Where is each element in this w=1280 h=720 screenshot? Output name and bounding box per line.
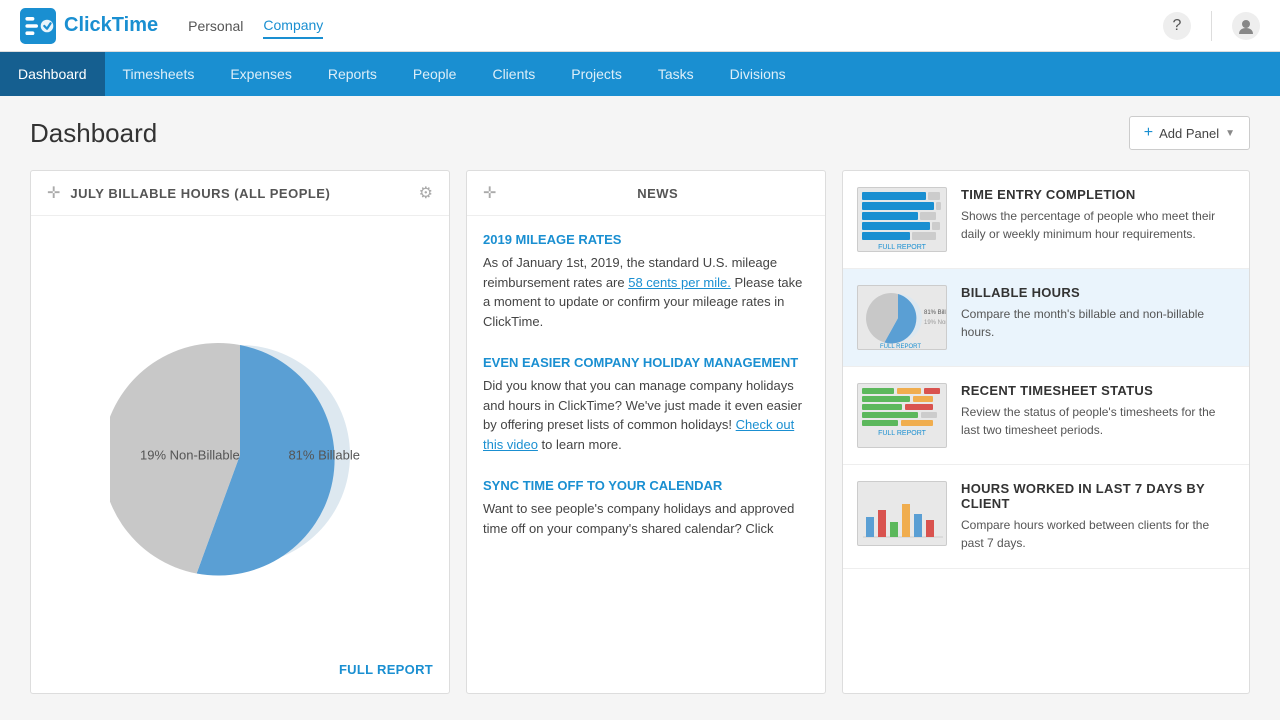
user-avatar-icon bbox=[1237, 17, 1255, 35]
panel-add-list: FULL REPORT TIME ENTRY COMPLETION Shows … bbox=[842, 170, 1250, 694]
hours-client-svg bbox=[858, 482, 947, 546]
news-holiday-title[interactable]: EVEN EASIER COMPANY HOLIDAY MANAGEMENT bbox=[483, 355, 809, 370]
hours-client-thumbnail bbox=[857, 481, 947, 546]
add-panel-button[interactable]: + Add Panel ▼ bbox=[1129, 116, 1250, 150]
billable-panel-title: JULY BILLABLE HOURS (ALL PEOPLE) bbox=[70, 186, 330, 201]
help-icon[interactable]: ? bbox=[1163, 12, 1191, 40]
news-holiday-text: Did you know that you can manage company… bbox=[483, 376, 809, 454]
billable-panel-body: 19% Non-Billable 81% Billable FULL REPOR… bbox=[31, 216, 449, 693]
news-panel: ✛ NEWS 2019 MILEAGE RATES As of January … bbox=[466, 170, 826, 694]
panels-container: ✛ JULY BILLABLE HOURS (ALL PEOPLE) ⚙ bbox=[30, 170, 1250, 694]
nav-divisions[interactable]: Divisions bbox=[712, 52, 804, 96]
timesheet-status-info: RECENT TIMESHEET STATUS Review the statu… bbox=[961, 383, 1235, 439]
billable-hours-title: BILLABLE HOURS bbox=[961, 285, 1235, 300]
add-panel-label: Add Panel bbox=[1159, 126, 1219, 141]
nav-reports[interactable]: Reports bbox=[310, 52, 395, 96]
news-calendar-title[interactable]: SYNC TIME OFF TO YOUR CALENDAR bbox=[483, 478, 809, 493]
timesheet-status-desc: Review the status of people's timesheets… bbox=[961, 403, 1235, 439]
logo-icon bbox=[20, 8, 56, 44]
panel-item-hours-by-client[interactable]: HOURS WORKED IN LAST 7 DAYS BY CLIENT Co… bbox=[843, 465, 1249, 569]
page-title: Dashboard bbox=[30, 118, 157, 149]
hours-client-title: HOURS WORKED IN LAST 7 DAYS BY CLIENT bbox=[961, 481, 1235, 511]
news-holiday-text-after: to learn more. bbox=[538, 437, 622, 452]
billable-hours-desc: Compare the month's billable and non-bil… bbox=[961, 305, 1235, 341]
time-entry-thumbnail: FULL REPORT bbox=[857, 187, 947, 252]
drag-icon[interactable]: ✛ bbox=[47, 183, 60, 203]
timesheet-status-thumbnail: FULL REPORT bbox=[857, 383, 947, 448]
divider bbox=[1211, 11, 1212, 41]
billable-info: BILLABLE HOURS Compare the month's billa… bbox=[961, 285, 1235, 341]
top-bar: ClickTime Personal Company ? bbox=[0, 0, 1280, 52]
news-drag-icon[interactable]: ✛ bbox=[483, 183, 496, 203]
nav-company[interactable]: Company bbox=[263, 13, 323, 39]
svg-text:19% Non...: 19% Non... bbox=[924, 320, 947, 326]
news-mileage-title[interactable]: 2019 MILEAGE RATES bbox=[483, 232, 809, 247]
user-icon[interactable] bbox=[1232, 12, 1260, 40]
time-entry-title: TIME ENTRY COMPLETION bbox=[961, 187, 1235, 202]
hours-client-info: HOURS WORKED IN LAST 7 DAYS BY CLIENT Co… bbox=[961, 481, 1235, 552]
news-mileage-text: As of January 1st, 2019, the standard U.… bbox=[483, 253, 809, 331]
logo-text: ClickTime bbox=[64, 14, 158, 37]
nav-timesheets[interactable]: Timesheets bbox=[105, 52, 213, 96]
svg-text:FULL REPORT: FULL REPORT bbox=[880, 344, 921, 350]
news-panel-title: NEWS bbox=[506, 186, 809, 201]
panel-item-time-entry[interactable]: FULL REPORT TIME ENTRY COMPLETION Shows … bbox=[843, 171, 1249, 269]
billable-thumbnail: 81% Billa... 19% Non... FULL REPORT bbox=[857, 285, 947, 350]
settings-gear-icon[interactable]: ⚙ bbox=[419, 183, 433, 203]
nav-projects[interactable]: Projects bbox=[553, 52, 640, 96]
billable-panel-header: ✛ JULY BILLABLE HOURS (ALL PEOPLE) ⚙ bbox=[31, 171, 449, 216]
secondary-nav: Dashboard Timesheets Expenses Reports Pe… bbox=[0, 52, 1280, 96]
mileage-link[interactable]: 58 cents per mile. bbox=[628, 275, 731, 290]
news-item-mileage: 2019 MILEAGE RATES As of January 1st, 20… bbox=[483, 232, 809, 331]
nav-expenses[interactable]: Expenses bbox=[212, 52, 309, 96]
time-entry-desc: Shows the percentage of people who meet … bbox=[961, 207, 1235, 243]
news-calendar-text: Want to see people's company holidays an… bbox=[483, 499, 809, 538]
plus-icon: + bbox=[1144, 124, 1153, 142]
news-body: 2019 MILEAGE RATES As of January 1st, 20… bbox=[467, 216, 825, 693]
news-item-calendar-sync: SYNC TIME OFF TO YOUR CALENDAR Want to s… bbox=[483, 478, 809, 538]
svg-text:81% Billa...: 81% Billa... bbox=[924, 310, 947, 316]
nav-dashboard[interactable]: Dashboard bbox=[0, 52, 105, 96]
billable-hours-panel: ✛ JULY BILLABLE HOURS (ALL PEOPLE) ⚙ bbox=[30, 170, 450, 694]
dropdown-arrow-icon: ▼ bbox=[1225, 128, 1235, 139]
nav-clients[interactable]: Clients bbox=[474, 52, 553, 96]
top-right-icons: ? bbox=[1163, 11, 1260, 41]
billable-label: 81% Billable bbox=[288, 447, 360, 462]
news-panel-header: ✛ NEWS bbox=[467, 171, 825, 216]
pie-chart: 19% Non-Billable 81% Billable bbox=[110, 325, 370, 585]
panel-item-timesheet-status[interactable]: FULL REPORT RECENT TIMESHEET STATUS Revi… bbox=[843, 367, 1249, 465]
page-header: Dashboard + Add Panel ▼ bbox=[30, 116, 1250, 150]
timesheet-status-title: RECENT TIMESHEET STATUS bbox=[961, 383, 1235, 398]
hours-client-desc: Compare hours worked between clients for… bbox=[961, 516, 1235, 552]
time-entry-info: TIME ENTRY COMPLETION Shows the percenta… bbox=[961, 187, 1235, 243]
billable-thumb-svg: 81% Billa... 19% Non... FULL REPORT bbox=[858, 286, 947, 350]
nav-tasks[interactable]: Tasks bbox=[640, 52, 712, 96]
nav-people[interactable]: People bbox=[395, 52, 475, 96]
news-item-holiday: EVEN EASIER COMPANY HOLIDAY MANAGEMENT D… bbox=[483, 355, 809, 454]
main-content: Dashboard + Add Panel ▼ ✛ JULY BILLABLE … bbox=[0, 96, 1280, 720]
full-report-link[interactable]: FULL REPORT bbox=[339, 662, 433, 677]
top-nav: Personal Company bbox=[188, 13, 323, 39]
panel-header-left: ✛ JULY BILLABLE HOURS (ALL PEOPLE) bbox=[47, 183, 330, 203]
nonbillable-label: 19% Non-Billable bbox=[140, 447, 240, 462]
nav-personal[interactable]: Personal bbox=[188, 14, 243, 38]
panel-item-billable[interactable]: 81% Billa... 19% Non... FULL REPORT BILL… bbox=[843, 269, 1249, 367]
logo[interactable]: ClickTime bbox=[20, 8, 158, 44]
